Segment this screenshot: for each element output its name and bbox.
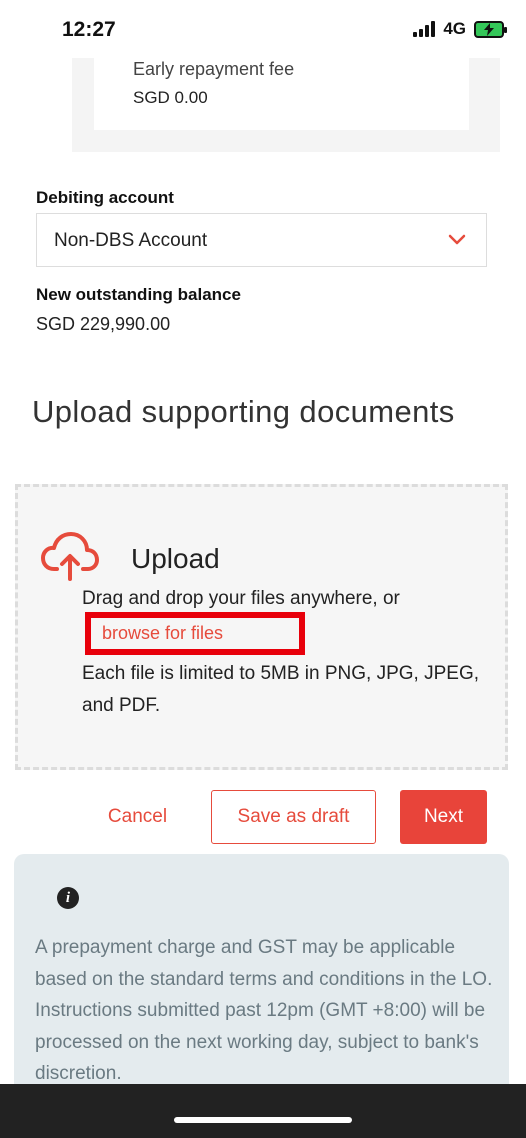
signal-icon bbox=[413, 21, 436, 37]
cancel-button[interactable]: Cancel bbox=[95, 790, 180, 844]
home-bar bbox=[0, 1084, 526, 1138]
outstanding-balance-value: SGD 229,990.00 bbox=[36, 314, 171, 334]
debiting-account-label: Debiting account bbox=[36, 188, 174, 207]
battery-icon bbox=[474, 20, 507, 38]
next-button[interactable]: Next bbox=[400, 790, 487, 844]
chevron-down-icon bbox=[448, 234, 466, 245]
debiting-account-value: Non-DBS Account bbox=[54, 230, 208, 251]
drag-drop-text: Drag and drop your files anywhere, or bbox=[82, 588, 400, 609]
early-repayment-fee-label: Early repayment fee bbox=[133, 59, 295, 79]
status-time: 12:27 bbox=[62, 18, 116, 41]
info-text: A prepayment charge and GST may be appli… bbox=[35, 937, 493, 1084]
early-repayment-fee-value: SGD 0.00 bbox=[133, 88, 208, 107]
upload-section-title: Upload supporting documents bbox=[32, 394, 455, 429]
save-draft-button[interactable]: Save as draft bbox=[211, 790, 376, 844]
network-type: 4G bbox=[443, 19, 466, 38]
status-indicators: 4G bbox=[413, 19, 507, 39]
home-indicator[interactable] bbox=[174, 1117, 352, 1123]
outstanding-balance-label: New outstanding balance bbox=[36, 285, 241, 304]
browse-files-link[interactable]: browse for files bbox=[102, 623, 223, 644]
debiting-account-select[interactable]: Non-DBS Account bbox=[36, 213, 487, 267]
cloud-upload-icon bbox=[41, 532, 99, 581]
file-limit-text: Each file is limited to 5MB in PNG, JPG,… bbox=[82, 663, 480, 716]
upload-heading: Upload bbox=[131, 543, 220, 574]
status-bar: 12:27 4G bbox=[0, 0, 526, 58]
info-icon: i bbox=[57, 887, 79, 909]
